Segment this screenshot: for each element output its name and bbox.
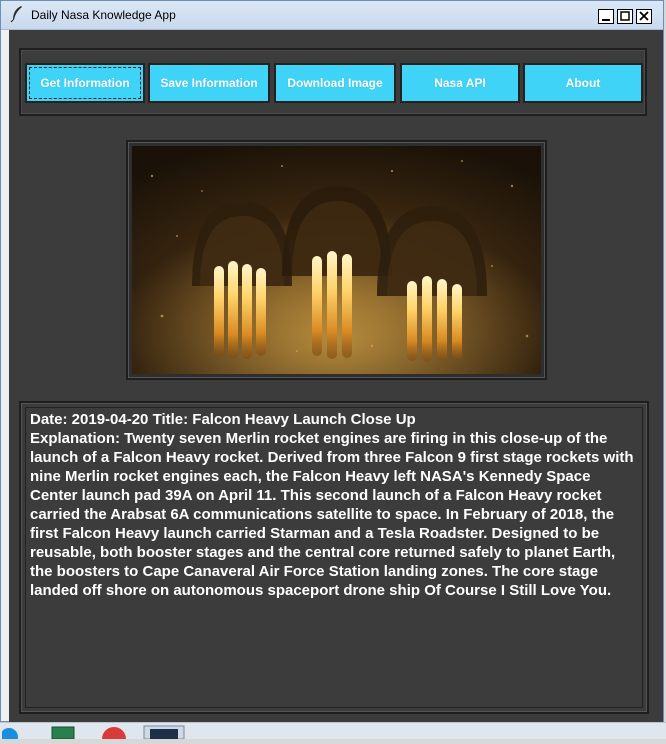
button-bar: Get Information Save Information Downloa…: [19, 48, 647, 116]
window-title: Daily Nasa Knowledge App: [31, 8, 176, 22]
python-app-icon[interactable]: [142, 725, 186, 744]
apod-image-frame: [126, 140, 547, 380]
feather-icon: [9, 5, 25, 23]
info-text-frame: Date: 2019-04-20 Title: Falcon Heavy Lau…: [19, 401, 649, 714]
close-button[interactable]: [636, 9, 652, 24]
taskbar: [0, 722, 666, 744]
info-textbox[interactable]: Date: 2019-04-20 Title: Falcon Heavy Lau…: [25, 407, 643, 708]
get-information-button[interactable]: Get Information: [25, 63, 145, 103]
download-image-button[interactable]: Download Image: [274, 63, 396, 103]
title-bar[interactable]: Daily Nasa Knowledge App: [1, 1, 663, 30]
green-app-icon[interactable]: [50, 725, 76, 744]
maximize-button[interactable]: [617, 9, 633, 24]
minimize-icon: [602, 19, 610, 21]
main-panel: Get Information Save Information Downloa…: [9, 30, 663, 723]
minimize-button[interactable]: [598, 9, 614, 24]
app-window: Daily Nasa Knowledge App Get Information…: [0, 0, 664, 723]
close-icon: [639, 11, 649, 21]
save-information-button[interactable]: Save Information: [148, 63, 270, 103]
red-app-icon[interactable]: [100, 725, 128, 744]
nasa-api-button[interactable]: Nasa API: [400, 63, 520, 103]
apod-image: [132, 146, 541, 374]
about-button[interactable]: About: [523, 63, 643, 103]
maximize-icon: [620, 11, 630, 21]
blue-app-icon[interactable]: [0, 725, 20, 744]
